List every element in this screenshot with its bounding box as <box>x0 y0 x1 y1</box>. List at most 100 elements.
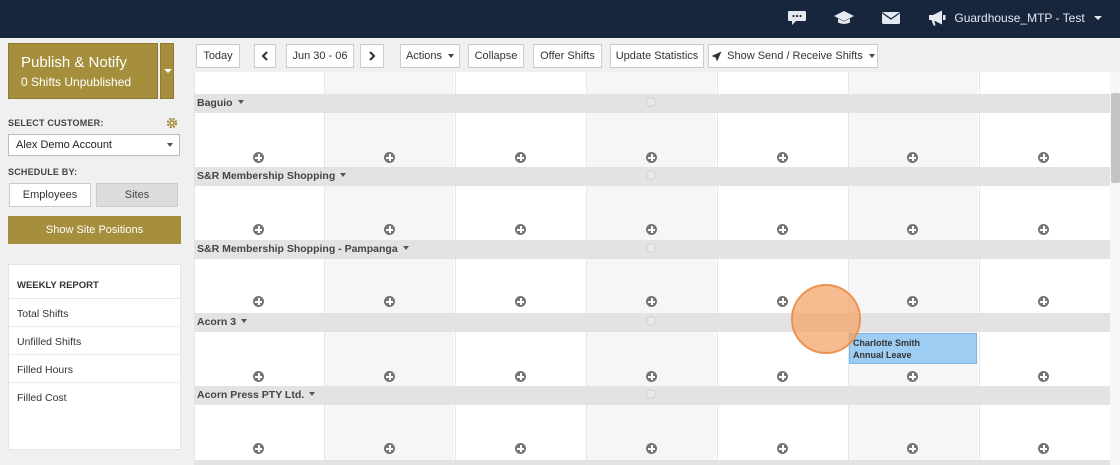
add-shift-icon[interactable] <box>1038 224 1049 235</box>
add-shift-icon[interactable] <box>515 152 526 163</box>
add-shift-icon[interactable] <box>253 152 264 163</box>
chevron-down-icon <box>868 54 875 58</box>
update-statistics-button[interactable]: Update Statistics <box>610 44 704 68</box>
chevron-down-icon <box>241 319 248 323</box>
envelope-icon[interactable] <box>880 8 902 28</box>
add-shift-icon[interactable] <box>907 152 918 163</box>
chevron-down-icon <box>1094 16 1102 20</box>
chevron-left-icon <box>261 51 268 61</box>
date-range-button[interactable]: Jun 30 - 06 <box>286 44 354 68</box>
actions-dropdown[interactable]: Actions <box>400 44 460 68</box>
add-shift-icon[interactable] <box>384 296 395 307</box>
today-button[interactable]: Today <box>196 44 240 68</box>
show-send-receive-shifts-dropdown[interactable]: Show Send / Receive Shifts <box>708 44 878 68</box>
add-shift-icon[interactable] <box>515 296 526 307</box>
user-menu[interactable]: Guardhouse_MTP - Test <box>954 11 1102 25</box>
site-row-header <box>194 460 1110 465</box>
add-shift-icon[interactable] <box>646 152 657 163</box>
schedule-toolbar: Today Jun 30 - 06 Actions Collapse Offer… <box>188 38 1120 74</box>
select-customer-label: SELECT CUSTOMER: <box>8 118 104 128</box>
chevron-down-icon <box>448 54 455 58</box>
report-item-filled-cost[interactable]: Filled Cost <box>9 383 180 411</box>
gear-icon[interactable] <box>166 117 178 129</box>
add-shift-icon[interactable] <box>253 371 264 382</box>
day-column <box>194 72 324 465</box>
add-shift-icon[interactable] <box>646 443 657 454</box>
customer-select[interactable]: Alex Demo Account <box>8 134 180 156</box>
add-shift-icon[interactable] <box>1038 443 1049 454</box>
add-shift-icon[interactable] <box>253 224 264 235</box>
add-shift-icon[interactable] <box>384 224 395 235</box>
day-column <box>586 72 716 465</box>
add-shift-icon[interactable] <box>384 152 395 163</box>
weekly-report-panel: WEEKLY REPORT Total Shifts Unfilled Shif… <box>8 264 181 450</box>
megaphone-icon[interactable] <box>926 8 948 28</box>
graduation-cap-icon[interactable] <box>833 8 855 28</box>
collapse-button[interactable]: Collapse <box>468 44 524 68</box>
add-shift-icon[interactable] <box>384 443 395 454</box>
add-shift-icon[interactable] <box>907 296 918 307</box>
day-column <box>717 72 847 465</box>
day-column <box>848 72 978 465</box>
add-shift-icon[interactable] <box>777 296 788 307</box>
user-name: Guardhouse_MTP - Test <box>954 11 1085 25</box>
add-shift-icon[interactable] <box>384 371 395 382</box>
add-shift-icon[interactable] <box>515 371 526 382</box>
schedule-by-label: SCHEDULE BY: <box>8 167 78 177</box>
top-navbar: Guardhouse_MTP - Test <box>0 0 1120 38</box>
site-name: S&R Membership Shopping - Pampanga <box>197 243 398 255</box>
add-shift-icon[interactable] <box>646 296 657 307</box>
shift-block[interactable]: Charlotte Smith Annual Leave <box>849 333 977 364</box>
send-icon <box>711 51 722 61</box>
chevron-down-icon <box>237 100 244 104</box>
sidebar: Publish & Notify 0 Shifts Unpublished SE… <box>0 38 188 465</box>
add-shift-icon[interactable] <box>907 443 918 454</box>
plus-icon <box>646 97 656 107</box>
add-shift-icon[interactable] <box>1038 152 1049 163</box>
report-item-total-shifts[interactable]: Total Shifts <box>9 299 180 327</box>
chevron-right-icon <box>369 51 376 61</box>
chevron-down-icon <box>340 173 347 177</box>
report-item-filled-hours[interactable]: Filled Hours <box>9 355 180 383</box>
add-shift-icon[interactable] <box>1038 296 1049 307</box>
previous-week-button[interactable] <box>254 44 276 68</box>
site-name: S&R Membership Shopping <box>197 170 336 182</box>
plus-icon <box>646 243 656 253</box>
add-shift-icon[interactable] <box>253 296 264 307</box>
add-shift-icon[interactable] <box>777 443 788 454</box>
publish-notify-button[interactable]: Publish & Notify 0 Shifts Unpublished <box>8 43 158 99</box>
add-shift-icon[interactable] <box>515 443 526 454</box>
show-site-positions-button[interactable]: Show Site Positions <box>8 216 181 244</box>
add-shift-icon[interactable] <box>1038 371 1049 382</box>
site-name: Baguio <box>197 97 233 109</box>
schedule-by-employees-button[interactable]: Employees <box>9 183 91 207</box>
add-shift-icon[interactable] <box>515 224 526 235</box>
add-shift-icon[interactable] <box>646 371 657 382</box>
publish-subtitle: 0 Shifts Unpublished <box>21 75 132 89</box>
weekly-report-title: WEEKLY REPORT <box>9 265 180 299</box>
chevron-down-icon <box>402 246 409 250</box>
day-column <box>324 72 454 465</box>
offer-shifts-button[interactable]: Offer Shifts <box>533 44 602 68</box>
schedule-by-sites-button[interactable]: Sites <box>96 183 178 207</box>
shift-type: Annual Leave <box>853 350 912 360</box>
add-shift-icon[interactable] <box>777 371 788 382</box>
chevron-down-icon <box>309 392 316 396</box>
add-shift-icon[interactable] <box>777 224 788 235</box>
publish-dropdown-toggle[interactable] <box>160 43 174 99</box>
add-shift-icon[interactable] <box>907 371 918 382</box>
site-name: Acorn Press PTY Ltd. <box>197 389 305 401</box>
add-shift-icon[interactable] <box>907 224 918 235</box>
site-name: Acorn 3 <box>197 316 237 328</box>
add-shift-icon[interactable] <box>777 152 788 163</box>
next-week-button[interactable] <box>360 44 384 68</box>
vertical-scrollbar-thumb[interactable] <box>1111 93 1120 183</box>
day-column <box>979 72 1109 465</box>
plus-icon <box>646 170 656 180</box>
day-column <box>455 72 585 465</box>
report-item-unfilled-shifts[interactable]: Unfilled Shifts <box>9 327 180 355</box>
shift-employee-name: Charlotte Smith <box>853 338 921 348</box>
add-shift-icon[interactable] <box>253 443 264 454</box>
chat-icon[interactable] <box>786 8 808 28</box>
add-shift-icon[interactable] <box>646 224 657 235</box>
